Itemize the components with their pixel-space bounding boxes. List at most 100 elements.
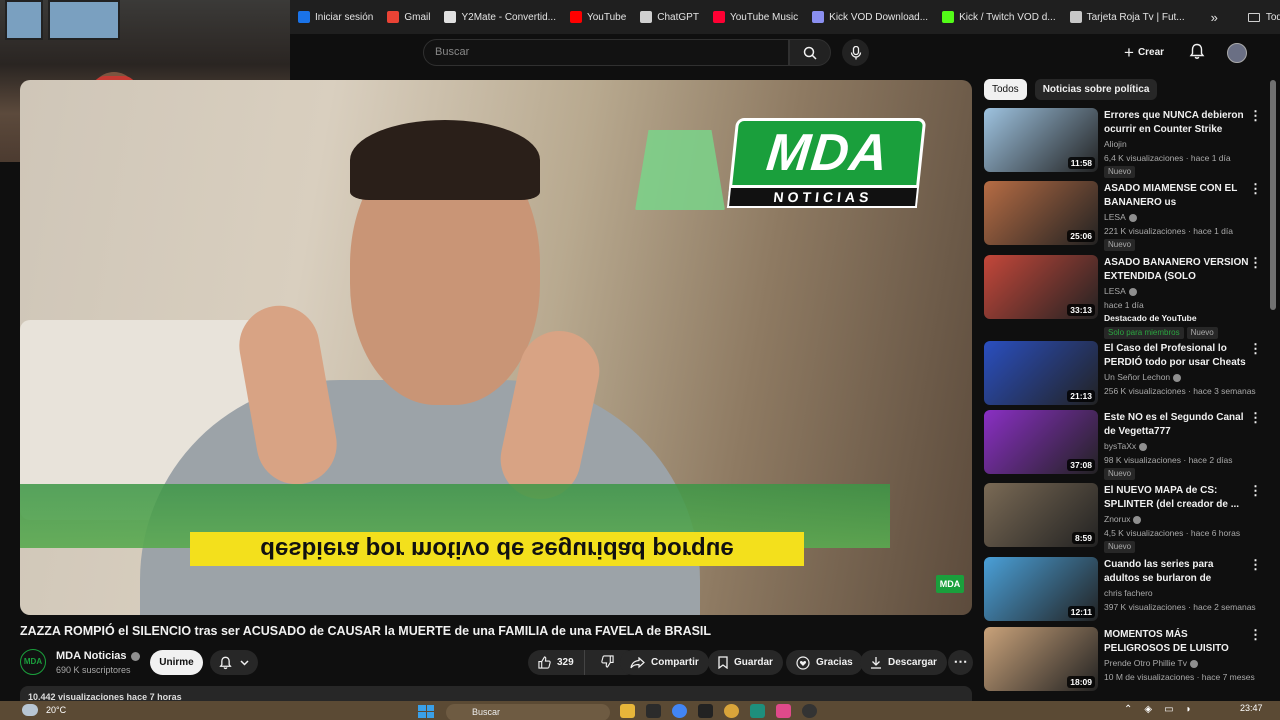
- rec-menu-button[interactable]: ⋮: [1249, 411, 1262, 426]
- bookmark-item[interactable]: ChatGPT: [640, 11, 699, 23]
- channel-name-link[interactable]: MDA Noticias: [56, 650, 140, 662]
- chevron-up-icon[interactable]: ⌃: [1124, 704, 1132, 715]
- temperature: 20°C: [46, 705, 67, 715]
- taskbar-search[interactable]: Buscar: [446, 704, 610, 720]
- subscription-notifications-button[interactable]: [210, 650, 258, 675]
- bookmark-item[interactable]: Kick / Twitch VOD d...: [942, 11, 1056, 23]
- rec-menu-button[interactable]: ⋮: [1249, 342, 1262, 357]
- recommended-video[interactable]: 11:58 Errores que NUNCA debieron ocurrir …: [984, 108, 1269, 178]
- file-explorer-icon[interactable]: [620, 704, 635, 718]
- app-icon[interactable]: [750, 704, 765, 718]
- rec-title[interactable]: Errores que NUNCA debieron ocurrir en Co…: [1104, 109, 1249, 136]
- network-icon[interactable]: ▭: [1164, 704, 1173, 715]
- search-button[interactable]: [789, 39, 831, 66]
- epic-games-icon[interactable]: [698, 704, 713, 718]
- recommended-video[interactable]: 12:11 Cuando las series para adultos se b…: [984, 557, 1269, 627]
- channel-watermark[interactable]: MDA: [936, 575, 964, 593]
- recommended-video[interactable]: 33:13 ASADO BANANERO VERSION EXTENDIDA (S…: [984, 255, 1269, 339]
- like-button[interactable]: 329: [528, 650, 585, 675]
- video-player[interactable]: desbiera por motivo de seguridad porque …: [20, 80, 972, 615]
- background-monitor: [5, 0, 43, 40]
- clock[interactable]: 23:47: [1240, 703, 1263, 713]
- search-input[interactable]: Buscar: [423, 39, 789, 66]
- rec-thumbnail[interactable]: 37:08: [984, 410, 1098, 474]
- start-button[interactable]: [418, 705, 434, 718]
- rec-title[interactable]: MOMENTOS MÁS PELIGROSOS DE LUISITO COMUN…: [1104, 628, 1249, 655]
- all-bookmarks-folder[interactable]: Todos los marcadores: [1247, 12, 1280, 23]
- recommended-video[interactable]: 21:13 El Caso del Profesional lo PERDIÓ t…: [984, 341, 1269, 411]
- video-subtitle: desbiera por motivo de seguridad porque: [190, 532, 804, 566]
- rec-thumbnail[interactable]: 11:58: [984, 108, 1098, 172]
- rec-thumbnail[interactable]: 8:59: [984, 483, 1098, 547]
- more-actions-button[interactable]: ⋯: [948, 650, 973, 675]
- dislike-button[interactable]: [591, 654, 624, 671]
- create-button[interactable]: + Crear: [1124, 41, 1164, 63]
- channel-avatar[interactable]: MDA: [20, 649, 46, 675]
- notifications-button[interactable]: [1189, 43, 1205, 65]
- steam-icon[interactable]: [646, 704, 661, 718]
- recommended-video[interactable]: 25:06 ASADO MIAMENSE CON EL BANANERO us LE…: [984, 181, 1269, 251]
- rec-menu-button[interactable]: ⋮: [1249, 628, 1262, 643]
- recommended-video[interactable]: 37:08 Este NO es el Segundo Canal de Vege…: [984, 410, 1269, 480]
- bookmark-item[interactable]: Kick VOD Download...: [812, 11, 928, 23]
- rec-menu-button[interactable]: ⋮: [1249, 558, 1262, 573]
- rec-menu-button[interactable]: ⋮: [1249, 256, 1262, 271]
- rec-menu-button[interactable]: ⋮: [1249, 182, 1262, 197]
- rec-title[interactable]: El NUEVO MAPA de CS: SPLINTER (del cread…: [1104, 484, 1249, 511]
- rec-badges: Nuevo: [1104, 165, 1254, 178]
- rec-thumbnail[interactable]: 25:06: [984, 181, 1098, 245]
- video-presenter-hair: [350, 120, 540, 200]
- thanks-button[interactable]: Gracias: [786, 650, 863, 675]
- bookmark-item[interactable]: YouTube: [569, 11, 626, 23]
- youtube-header: Buscar + Crear: [290, 34, 1280, 74]
- rec-channel: chris fachero: [1104, 588, 1153, 598]
- recommended-video[interactable]: 8:59 El NUEVO MAPA de CS: SPLINTER (del c…: [984, 483, 1269, 553]
- rec-menu-button[interactable]: ⋮: [1249, 484, 1262, 499]
- bookmark-favicon-icon: [640, 11, 653, 23]
- account-avatar[interactable]: [1227, 43, 1247, 63]
- rec-title[interactable]: ASADO MIAMENSE CON EL BANANERO us: [1104, 182, 1249, 209]
- save-button[interactable]: Guardar: [708, 650, 783, 675]
- thanks-label: Gracias: [816, 657, 853, 668]
- app-icon[interactable]: [724, 704, 739, 718]
- weather-widget[interactable]: 20°C: [22, 704, 66, 716]
- bookmark-item[interactable]: Gmail: [387, 11, 430, 23]
- security-icon[interactable]: ◈: [1144, 704, 1152, 715]
- rec-duration: 33:13: [1067, 304, 1095, 316]
- bookmark-item[interactable]: Iniciar sesión: [298, 11, 373, 23]
- bookmark-item[interactable]: Tarjeta Roja Tv | Fut...: [1069, 11, 1185, 23]
- chip-all[interactable]: Todos: [984, 79, 1027, 100]
- obs-icon[interactable]: [802, 704, 817, 718]
- rec-title[interactable]: ASADO BANANERO VERSION EXTENDIDA (SOLO M…: [1104, 256, 1249, 283]
- rec-thumbnail[interactable]: 21:13: [984, 341, 1098, 405]
- chrome-icon[interactable]: [672, 704, 687, 718]
- rec-featured: Destacado de YouTube: [1104, 313, 1197, 323]
- rec-thumbnail[interactable]: 33:13: [984, 255, 1098, 319]
- download-button[interactable]: Descargar: [860, 650, 947, 675]
- rec-title[interactable]: Este NO es el Segundo Canal de Vegetta77…: [1104, 411, 1249, 438]
- rec-thumbnail[interactable]: 18:09: [984, 627, 1098, 691]
- verified-icon: [1128, 213, 1137, 222]
- bookmarks-bar: Iniciar sesión Gmail Y2Mate - Convertid...…: [290, 0, 1280, 34]
- thumbs-down-icon: [600, 654, 614, 668]
- bookmark-item[interactable]: YouTube Music: [712, 11, 798, 23]
- voice-search-button[interactable]: [842, 39, 869, 66]
- recommended-video[interactable]: 18:09 MOMENTOS MÁS PELIGROSOS DE LUISITO …: [984, 627, 1269, 697]
- rec-meta: Un Señor Lechon 256 K visualizaciones · h…: [1104, 371, 1256, 398]
- description-box[interactable]: 10.442 visualizaciones hace 7 horas: [20, 686, 972, 702]
- share-button[interactable]: Compartir: [620, 650, 709, 675]
- save-label: Guardar: [734, 657, 773, 668]
- bookmark-item[interactable]: Y2Mate - Convertid...: [444, 11, 556, 23]
- join-button[interactable]: Unirme: [150, 650, 203, 675]
- music-icon[interactable]: [776, 704, 791, 718]
- volume-icon[interactable]: ◗: [1186, 704, 1192, 715]
- chip-politics-news[interactable]: Noticias sobre política: [1034, 79, 1158, 100]
- rec-menu-button[interactable]: ⋮: [1249, 109, 1262, 124]
- rec-title[interactable]: Cuando las series para adultos se burlar…: [1104, 558, 1249, 585]
- bookmarks-overflow-button[interactable]: »: [1211, 10, 1218, 25]
- sidebar-scrollbar[interactable]: [1270, 80, 1276, 310]
- rec-title[interactable]: El Caso del Profesional lo PERDIÓ todo p…: [1104, 342, 1249, 369]
- plus-icon: +: [1124, 42, 1134, 62]
- bookmark-favicon-icon: [444, 11, 457, 23]
- rec-thumbnail[interactable]: 12:11: [984, 557, 1098, 621]
